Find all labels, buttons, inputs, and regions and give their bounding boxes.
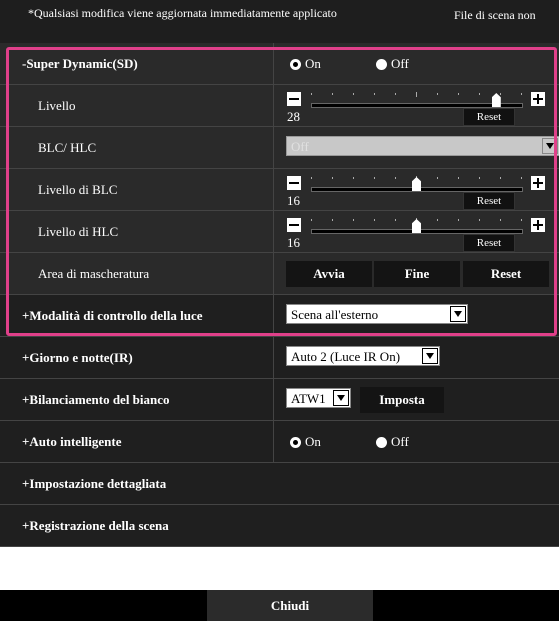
light-control-select[interactable]: Scena all'esterno: [286, 304, 468, 324]
slider-tick: [500, 219, 501, 221]
detail-settings-label[interactable]: +Impostazione dettagliata: [22, 463, 166, 505]
radio-selected-icon: [290, 436, 301, 448]
slider-tick: [521, 93, 522, 95]
intelligent-auto-label[interactable]: +Auto intelligente: [22, 421, 121, 463]
radio-unselected-icon: [376, 436, 387, 448]
row-mask-area: Area di mascheratura Avvia Fine Reset: [0, 253, 559, 295]
hlc-slider: 16 Reset: [287, 217, 545, 252]
ai-off-radio[interactable]: Off: [376, 434, 409, 450]
livello-slider: 28 Reset: [287, 91, 545, 126]
scene-registration-label[interactable]: +Registrazione della scena: [22, 505, 169, 547]
slider-tick: [353, 177, 354, 179]
mask-start-button[interactable]: Avvia: [286, 261, 372, 287]
blc-value: 16: [287, 193, 300, 208]
blc-hlc-select[interactable]: Off: [286, 136, 559, 156]
livello-blc-label: Livello di BLC: [38, 182, 118, 197]
mask-end-button[interactable]: Fine: [374, 261, 460, 287]
row-scene-registration: +Registrazione della scena: [0, 505, 559, 547]
light-control-label[interactable]: +Modalità di controllo della luce: [22, 295, 203, 337]
slider-tick: [395, 177, 396, 179]
hlc-reset-button[interactable]: Reset: [463, 234, 515, 252]
mask-reset-button[interactable]: Reset: [463, 261, 549, 287]
settings-table: -Super Dynamic(SD) On Off Livello 28 Res…: [0, 43, 559, 547]
slider-tick: [311, 177, 312, 179]
row-white-balance: +Bilanciamento del bianco ATW1 Imposta: [0, 379, 559, 421]
chevron-down-icon: [333, 390, 349, 406]
livello-label: Livello: [38, 98, 76, 113]
slider-tick: [500, 177, 501, 179]
slider-tick: [353, 93, 354, 95]
close-button[interactable]: Chiudi: [207, 590, 373, 621]
hlc-value: 16: [287, 235, 300, 250]
chevron-down-icon: [542, 138, 558, 154]
chevron-down-icon: [422, 348, 438, 364]
slider-tick: [332, 177, 333, 179]
slider-tick: [374, 93, 375, 95]
slider-tick: [374, 219, 375, 221]
footer-bar: Chiudi: [0, 590, 559, 621]
row-blc-hlc: BLC/ HLC Off: [0, 127, 559, 169]
increase-icon[interactable]: [531, 176, 545, 190]
slider-tick: [458, 93, 459, 95]
row-super-dynamic: -Super Dynamic(SD) On Off: [0, 43, 559, 85]
slider-tick: [437, 177, 438, 179]
super-dynamic-label: -Super Dynamic(SD): [22, 56, 138, 71]
white-balance-select[interactable]: ATW1: [286, 388, 351, 408]
slider-tick: [458, 219, 459, 221]
mask-area-label: Area di mascheratura: [38, 266, 150, 281]
image-adjust-panel: *Qualsiasi modifica viene aggiornata imm…: [0, 0, 559, 621]
livello-hlc-label: Livello di HLC: [38, 224, 119, 239]
radio-selected-icon: [290, 58, 301, 70]
sd-off-radio[interactable]: Off: [376, 56, 409, 72]
decrease-icon[interactable]: [287, 92, 301, 106]
slider-tick: [311, 219, 312, 221]
slider-tick: [500, 93, 501, 95]
blc-slider: 16 Reset: [287, 175, 545, 210]
sd-on-radio[interactable]: On: [290, 56, 321, 72]
slider-tick: [374, 177, 375, 179]
notice-message: *Qualsiasi modifica viene aggiornata imm…: [28, 6, 337, 20]
white-balance-label[interactable]: +Bilanciamento del bianco: [22, 379, 170, 421]
slider-tick: [479, 93, 480, 95]
row-day-night: +Giorno e notte(IR) Auto 2 (Luce IR On): [0, 337, 559, 379]
slider-tick: [353, 219, 354, 221]
increase-icon[interactable]: [531, 92, 545, 106]
decrease-icon[interactable]: [287, 176, 301, 190]
slider-tick: [479, 177, 480, 179]
scene-file-status: File di scena non: [454, 8, 536, 22]
row-light-control: +Modalità di controllo della luce Scena …: [0, 295, 559, 337]
increase-icon[interactable]: [531, 218, 545, 232]
day-night-select[interactable]: Auto 2 (Luce IR On): [286, 346, 440, 366]
white-balance-set-button[interactable]: Imposta: [360, 387, 444, 413]
row-livello-hlc: Livello di HLC 16 Reset: [0, 211, 559, 253]
slider-tick: [332, 93, 333, 95]
slider-tick: [479, 219, 480, 221]
slider-tick: [458, 177, 459, 179]
row-intelligent-auto: +Auto intelligente On Off: [0, 421, 559, 463]
row-livello-blc: Livello di BLC 16 Reset: [0, 169, 559, 211]
blc-hlc-label: BLC/ HLC: [38, 140, 97, 155]
notice-bar: *Qualsiasi modifica viene aggiornata imm…: [0, 0, 559, 43]
slider-tick: [395, 93, 396, 95]
slider-tick: [521, 177, 522, 179]
radio-unselected-icon: [376, 58, 387, 70]
slider-tick: [395, 219, 396, 221]
livello-reset-button[interactable]: Reset: [463, 108, 515, 126]
decrease-icon[interactable]: [287, 218, 301, 232]
livello-value: 28: [287, 109, 300, 124]
row-livello: Livello 28 Reset: [0, 85, 559, 127]
slider-tick: [521, 219, 522, 221]
blc-reset-button[interactable]: Reset: [463, 192, 515, 210]
row-detail-settings: +Impostazione dettagliata: [0, 463, 559, 505]
ai-on-radio[interactable]: On: [290, 434, 321, 450]
day-night-label[interactable]: +Giorno e notte(IR): [22, 337, 133, 379]
slider-tick: [416, 92, 417, 97]
slider-tick: [332, 219, 333, 221]
chevron-down-icon: [450, 306, 466, 322]
slider-tick: [437, 93, 438, 95]
slider-tick: [311, 93, 312, 95]
slider-tick: [437, 219, 438, 221]
